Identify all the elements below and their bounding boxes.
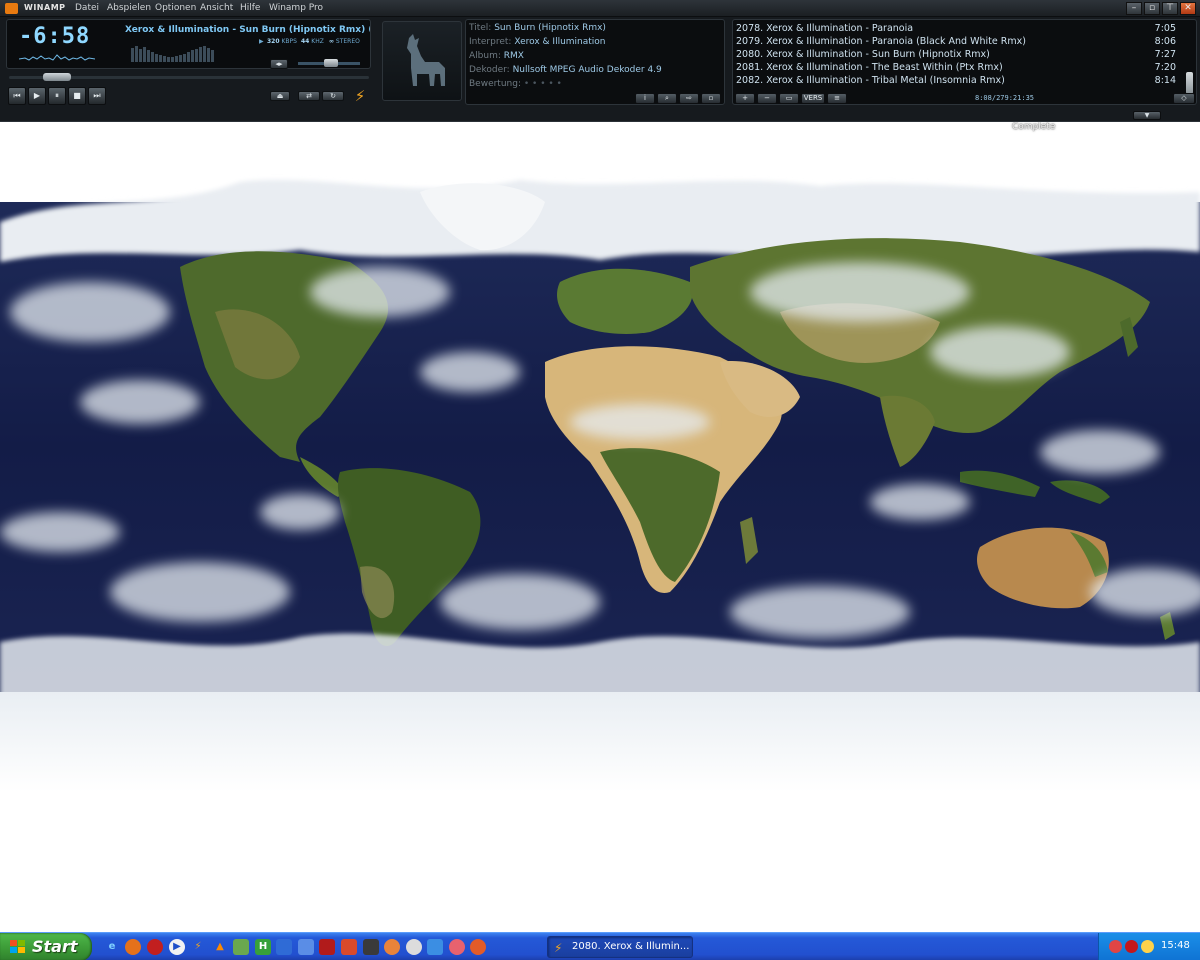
pause-icon[interactable]: ⏸ — [48, 87, 66, 105]
playlist-menu-icon[interactable]: ◇ — [1173, 93, 1195, 104]
info-album: Album: RMX — [469, 51, 524, 61]
menu-abspielen[interactable]: Abspielen — [107, 3, 151, 13]
play-icon[interactable]: ▶ — [28, 87, 46, 105]
taskbar-winamp-button[interactable]: ⚡ 2080. Xerox & Illumin... — [547, 936, 693, 958]
winamp-logo-icon — [5, 3, 18, 14]
samplerate: 44 KHZ — [301, 38, 324, 45]
winamp-task-icon: ⚡ — [554, 941, 563, 955]
system-tray: 15:48 — [1098, 933, 1200, 960]
paint-icon[interactable] — [233, 939, 249, 955]
desktop: WINAMP Datei Abspielen Optionen Ansicht … — [0, 0, 1200, 960]
info-decoder: Dekoder: Nullsoft MPEG Audio Dekoder 4.9 — [469, 65, 662, 75]
headphones-icon[interactable] — [406, 939, 422, 955]
gear-app-icon[interactable] — [384, 939, 400, 955]
opera-icon[interactable] — [147, 939, 163, 955]
info-rating: Bewertung: • • • • • — [469, 79, 562, 89]
info-artist: Interpret: Xerox & Illumination — [469, 37, 606, 47]
playlist-item[interactable]: 2082. Xerox & Illumination - Tribal Meta… — [736, 75, 1176, 86]
h-app-icon[interactable]: H — [255, 939, 271, 955]
tray-speaker-icon[interactable] — [1141, 940, 1154, 953]
windows-logo-icon — [10, 940, 26, 954]
repeat-icon[interactable]: ↻ — [322, 91, 344, 101]
stop-icon[interactable]: ■ — [68, 87, 86, 105]
close-icon[interactable]: ✕ — [1180, 2, 1196, 15]
rating-stars[interactable]: • • • • • — [524, 79, 562, 89]
app-orange-icon[interactable] — [470, 939, 486, 955]
bitrate: 320 KBPS — [267, 38, 297, 45]
winamp-brand: WINAMP — [24, 3, 66, 12]
drawer-toggle-icon[interactable]: ▼ — [1133, 111, 1161, 120]
playlist-item[interactable]: 2081. Xerox & Illumination - The Beast W… — [736, 62, 1176, 73]
winamp-titlebar[interactable]: WINAMP Datei Abspielen Optionen Ansicht … — [0, 0, 1200, 17]
menu-optionen[interactable]: Optionen — [155, 3, 196, 13]
menu-datei[interactable]: Datei — [75, 3, 99, 13]
play-indicator-icon: ▶ — [259, 38, 264, 45]
start-button[interactable]: Start — [0, 933, 92, 960]
restore-icon[interactable]: ▫ — [1144, 2, 1160, 15]
seek-bar[interactable] — [9, 73, 369, 81]
internet-explorer-icon[interactable]: e — [104, 939, 120, 955]
tray-red-icon[interactable] — [1109, 940, 1122, 953]
shuffle-icon[interactable]: ⇄ — [298, 91, 320, 101]
visualizer-icon[interactable] — [19, 52, 95, 62]
info-icon[interactable]: i — [635, 93, 655, 104]
track-title: Xerox & Illumination - Sun Burn (Hipnoti… — [125, 25, 370, 35]
lightning-icon[interactable]: ⚡ — [352, 87, 368, 105]
seek-knob[interactable] — [43, 73, 71, 81]
volume-knob[interactable] — [324, 59, 338, 67]
spectrum-icon — [131, 44, 217, 62]
clock[interactable]: 15:48 — [1161, 940, 1190, 951]
volume-slider[interactable] — [298, 59, 360, 67]
playlist-time-counter: 8:08/279:21:35 — [975, 94, 1035, 102]
minimize-icon[interactable]: – — [1126, 2, 1142, 15]
eject-icon[interactable]: ⏏ — [270, 91, 290, 101]
next-icon[interactable]: ⏭ — [88, 87, 106, 105]
acrobat-icon[interactable] — [319, 939, 335, 955]
folder-icon[interactable] — [298, 939, 314, 955]
playlist-misc-button[interactable]: VERS — [801, 93, 825, 104]
menu-winamp-pro[interactable]: Winamp Pro — [269, 3, 323, 13]
time-display[interactable]: -6:58 — [19, 24, 90, 49]
playlist-item[interactable]: 2078. Xerox & Illumination - Paranoia 7:0… — [736, 23, 1176, 34]
terminal-icon[interactable] — [363, 939, 379, 955]
start-label: Start — [32, 937, 78, 956]
playlist-item[interactable]: 2079. Xerox & Illumination - Paranoia (B… — [736, 36, 1176, 47]
stereo-indicator: ∞ STEREO — [329, 38, 360, 45]
llama-icon — [407, 34, 445, 86]
messenger-icon[interactable] — [427, 939, 443, 955]
playlist-scrollbar[interactable] — [1186, 72, 1193, 94]
options-icon[interactable]: ▫ — [701, 93, 721, 104]
send-to-icon[interactable]: ⇨ — [679, 93, 699, 104]
media-player-icon[interactable]: ▶ — [169, 939, 185, 955]
info-title: Titel: Sun Burn (Hipnotix Rmx) — [469, 23, 606, 33]
taskbar-winamp-label: 2080. Xerox & Illumin... — [572, 941, 690, 952]
earth-wallpaper — [0, 179, 1200, 792]
previous-icon[interactable]: ⏮ — [8, 87, 26, 105]
playlist-select-button[interactable]: ▭ — [779, 93, 799, 104]
playlist-add-button[interactable]: + — [735, 93, 755, 104]
winamp-window: WINAMP Datei Abspielen Optionen Ansicht … — [0, 0, 1200, 122]
winamp-quicklaunch-icon[interactable]: ⚡ — [190, 939, 206, 955]
firefox-icon[interactable] — [125, 939, 141, 955]
album-art[interactable] — [382, 21, 462, 101]
balance-button[interactable]: ◂▸ — [270, 59, 288, 69]
playlist-item-current[interactable]: 2080. Xerox & Illumination - Sun Burn (H… — [736, 49, 1176, 60]
search-icon[interactable]: ⌕ — [657, 93, 677, 104]
app-red-icon[interactable] — [341, 939, 357, 955]
pin-icon[interactable]: ⊤ — [1162, 2, 1178, 15]
app-pink-icon[interactable] — [449, 939, 465, 955]
menu-hilfe[interactable]: Hilfe — [240, 3, 260, 13]
network-icon[interactable] — [276, 939, 292, 955]
playlist-list-button[interactable]: ≡ — [827, 93, 847, 104]
vlc-icon[interactable]: ▲ — [212, 939, 228, 955]
taskbar: Start e ▶ ⚡ ▲ H ⚡ 2080. Xerox & Illumin.… — [0, 932, 1200, 960]
download-complete-label: Complete — [1012, 122, 1056, 132]
menu-ansicht[interactable]: Ansicht — [200, 3, 233, 13]
tray-opera-icon[interactable] — [1125, 940, 1138, 953]
playlist-remove-button[interactable]: − — [757, 93, 777, 104]
